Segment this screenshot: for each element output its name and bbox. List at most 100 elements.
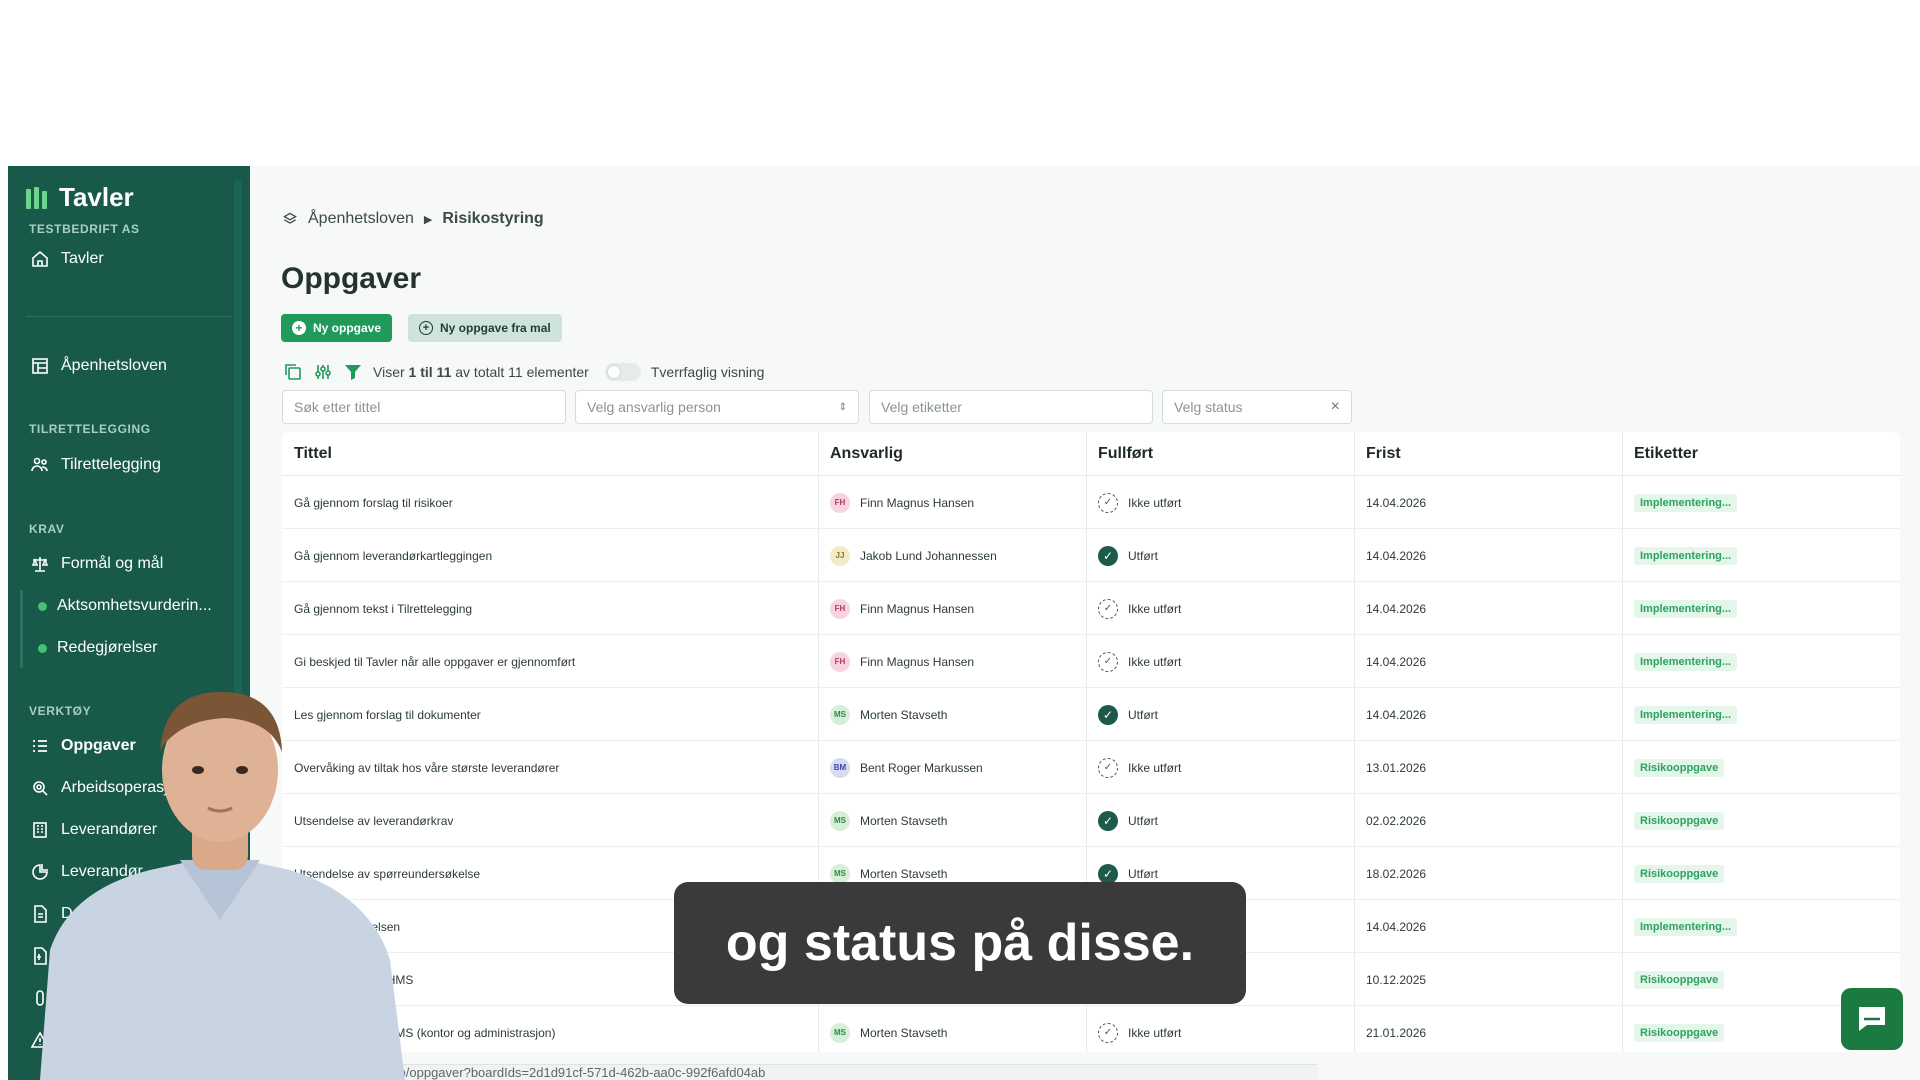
tags-cell: Implementering... <box>1622 900 1738 953</box>
breadcrumb-root[interactable]: Åpenhetsloven <box>308 210 414 228</box>
brand[interactable]: Tavler <box>26 182 134 213</box>
table-row[interactable]: Les gjennom forslag til dokumenter MS Mort… <box>282 688 1900 741</box>
status-select[interactable]: Velg status × <box>1162 390 1352 424</box>
column-header-responsible[interactable]: Ansvarlig <box>818 432 903 476</box>
check-filled-icon: ✓ <box>1098 810 1118 831</box>
responsible-cell: FH Finn Magnus Hansen <box>818 582 974 635</box>
column-header-title[interactable]: Tittel <box>282 432 332 476</box>
tags-cell: Risikooppgave <box>1622 741 1725 794</box>
clear-icon[interactable]: × <box>1331 398 1340 416</box>
task-title[interactable]: Gå gjennom forslag til risikoer <box>282 476 453 529</box>
tag-badge[interactable]: Risikooppgave <box>1634 970 1725 989</box>
tags-cell: Implementering... <box>1622 476 1738 529</box>
screen: Tavler TESTBEDRIFT AS Tavler Åpenhetslov… <box>0 0 1920 1080</box>
status-cell: ✓ Ikke utført <box>1086 582 1181 635</box>
copy-icon[interactable] <box>283 362 303 382</box>
responsible-cell: JJ Jakob Lund Johannessen <box>818 529 997 582</box>
check-dashed-icon: ✓ <box>1098 757 1118 778</box>
check-filled-icon: ✓ <box>1098 545 1118 566</box>
tag-badge[interactable]: Implementering... <box>1634 705 1738 724</box>
tag-badge[interactable]: Implementering... <box>1634 917 1738 936</box>
tag-badge[interactable]: Implementering... <box>1634 652 1738 671</box>
due-date: 14.04.2026 <box>1366 707 1427 722</box>
status-toggle[interactable]: ✓ Utført <box>1098 545 1158 566</box>
company-name: TESTBEDRIFT AS <box>29 222 140 236</box>
sidebar-item-tavler[interactable]: Tavler <box>22 242 232 276</box>
sidebar-item-apenhetsloven[interactable]: Åpenhetsloven <box>22 349 232 383</box>
tags-cell: Risikooppgave <box>1622 847 1725 900</box>
subtitle-caption: og status på disse. <box>674 882 1246 1004</box>
status-toggle[interactable]: ✓ Utført <box>1098 704 1158 725</box>
new-task-from-template-label: Ny oppgave fra mal <box>440 321 551 335</box>
result-count-suffix: av totalt 11 elementer <box>455 364 589 380</box>
status-label: Ikke utført <box>1128 1025 1182 1040</box>
column-header-due[interactable]: Frist <box>1354 432 1401 476</box>
breadcrumb-current: Risikostyring <box>442 210 544 227</box>
responsible-cell: MS Morten Stavseth <box>818 1006 947 1052</box>
layers-icon <box>283 212 297 224</box>
status-toggle[interactable]: ✓ Utført <box>1098 863 1158 884</box>
status-toggle[interactable]: ✓ Ikke utført <box>1098 757 1181 778</box>
tags-placeholder: Velg etiketter <box>881 399 962 415</box>
status-label: Ikke utført <box>1128 495 1182 510</box>
table-row[interactable]: ...ets arbeid med HMS (kontor og adminis… <box>282 1006 1900 1052</box>
responsible-name: Morten Stavseth <box>860 1025 948 1040</box>
result-count: Viser 1 til 11 av totalt 11 elementer <box>373 364 589 380</box>
table-row[interactable]: Gå gjennom tekst i Tilrettelegging FH Finn… <box>282 582 1900 635</box>
responsible-cell: FH Finn Magnus Hansen <box>818 476 974 529</box>
breadcrumb: Åpenhetsloven ▶ Risikostyring <box>282 210 544 228</box>
status-toggle[interactable]: ✓ Ikke utført <box>1098 651 1181 672</box>
avatar: FH <box>830 651 850 672</box>
new-task-label: Ny oppgave <box>313 321 382 335</box>
person-select[interactable]: Velg ansvarlig person ⇕ <box>575 390 859 424</box>
home-icon <box>32 250 48 267</box>
status-toggle[interactable]: ✓ Ikke utført <box>1098 1022 1182 1043</box>
sidebar-item-aktsomhetsvurdering[interactable]: Aktsomhetsvurderin... <box>26 590 232 622</box>
tag-badge[interactable]: Implementering... <box>1634 546 1738 565</box>
responsible-cell: MS Morten Stavseth <box>818 688 947 741</box>
result-count-range: 1 til 11 <box>408 364 452 380</box>
sliders-icon[interactable] <box>313 362 333 382</box>
tag-badge[interactable]: Risikooppgave <box>1634 811 1725 830</box>
table-row[interactable]: Utsendelse av leverandørkrav MS Morten Sta… <box>282 794 1900 847</box>
table-row[interactable]: Gå gjennom leverandørkartleggingen JJ Jako… <box>282 529 1900 582</box>
cross-view-label: Tverrfaglig visning <box>650 364 765 380</box>
search-input[interactable]: Søk etter tittel <box>282 390 566 424</box>
tag-badge[interactable]: Risikooppgave <box>1634 864 1725 883</box>
column-header-tags[interactable]: Etiketter <box>1622 432 1698 476</box>
due-date: 14.04.2026 <box>1366 601 1427 616</box>
new-task-button[interactable]: + Ny oppgave <box>281 314 393 342</box>
due-date: 14.04.2026 <box>1366 495 1427 510</box>
task-title[interactable]: Gå gjennom tekst i Tilrettelegging <box>282 582 472 635</box>
avatar: MS <box>830 704 850 725</box>
table-row[interactable]: Gå gjennom forslag til risikoer FH Finn Ma… <box>282 476 1900 529</box>
tag-badge[interactable]: Implementering... <box>1634 493 1738 512</box>
brand-name: Tavler <box>59 182 134 212</box>
task-title[interactable]: Gå gjennom leverandørkartleggingen <box>282 529 492 582</box>
status-url: htt... ...aa0c-992f6afd04ab/oppgaver?boa… <box>250 1064 1318 1080</box>
status-toggle[interactable]: ✓ Ikke utført <box>1098 598 1182 619</box>
filter-icon[interactable] <box>343 362 363 382</box>
tag-badge[interactable]: Risikooppgave <box>1634 1023 1725 1042</box>
sidebar-item-label: Aktsomhetsvurderin... <box>57 597 212 614</box>
new-task-from-template-button[interactable]: + Ny oppgave fra mal <box>408 314 562 342</box>
status-toggle[interactable]: ✓ Ikke utført <box>1098 492 1182 513</box>
table-row[interactable]: Gi beskjed til Tavler når alle oppgaver … <box>282 635 1900 688</box>
sidebar-item-tilrettelegging[interactable]: Tilrettelegging <box>22 448 232 482</box>
responsible-name: Jakob Lund Johannessen <box>860 548 997 563</box>
tags-select[interactable]: Velg etiketter <box>869 390 1153 424</box>
cross-view-toggle[interactable] <box>604 363 641 381</box>
status-toggle[interactable]: ✓ Utført <box>1098 810 1158 831</box>
chat-button[interactable] <box>1841 988 1903 1050</box>
status-label: Ikke utført <box>1128 601 1182 616</box>
tag-badge[interactable]: Implementering... <box>1634 599 1738 618</box>
due-date: 13.01.2026 <box>1366 760 1427 775</box>
tags-cell: Implementering... <box>1622 529 1738 582</box>
sidebar-item-label: Redegjørelser <box>57 639 158 656</box>
table-row[interactable]: Overvåking av tiltak hos våre største le… <box>282 741 1900 794</box>
sidebar-item-formal[interactable]: Formål og mål <box>22 547 232 581</box>
column-header-completed[interactable]: Fullført <box>1086 432 1153 476</box>
due-date: 10.12.2025 <box>1366 972 1427 987</box>
tag-badge[interactable]: Risikooppgave <box>1634 758 1725 777</box>
responsible-cell: BM Bent Roger Markussen <box>818 741 983 794</box>
